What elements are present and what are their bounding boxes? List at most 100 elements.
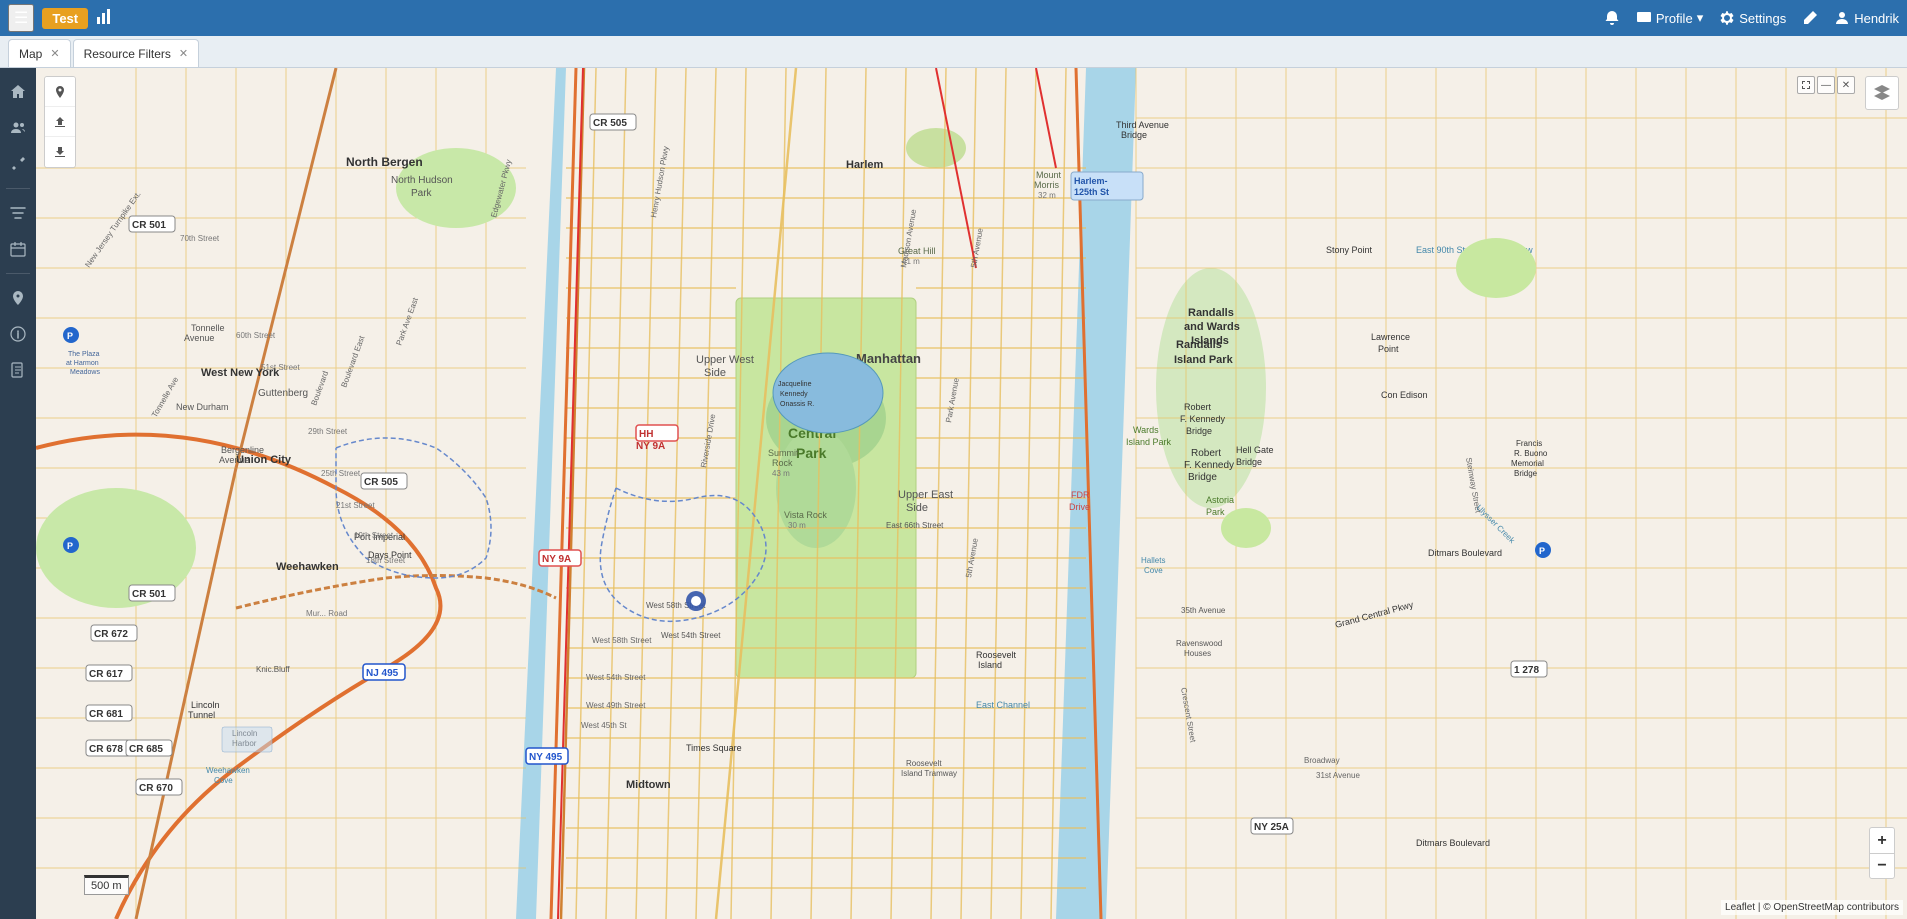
svg-text:Robert: Robert xyxy=(1184,402,1212,412)
zoom-out-button[interactable]: − xyxy=(1869,853,1895,879)
notification-button[interactable] xyxy=(1604,10,1620,26)
svg-text:Cove: Cove xyxy=(1144,566,1163,575)
svg-text:NY 25A: NY 25A xyxy=(1254,822,1289,833)
svg-text:Hallets: Hallets xyxy=(1141,556,1165,565)
svg-text:Weehawken: Weehawken xyxy=(206,766,250,775)
svg-text:Memorial: Memorial xyxy=(1511,459,1544,468)
svg-text:CR 685: CR 685 xyxy=(129,744,163,755)
map-tool-upload[interactable] xyxy=(45,107,75,137)
settings-button[interactable]: Settings xyxy=(1719,10,1786,26)
tab-map-label: Map xyxy=(19,47,42,61)
svg-text:Island Park: Island Park xyxy=(1126,437,1172,447)
svg-text:West 49th Street: West 49th Street xyxy=(586,701,646,710)
svg-text:North Hudson: North Hudson xyxy=(391,175,453,186)
svg-text:Francis: Francis xyxy=(1516,439,1542,448)
svg-text:West 45th St: West 45th St xyxy=(581,721,627,730)
map-tool-download[interactable] xyxy=(45,137,75,167)
svg-text:HH: HH xyxy=(639,429,653,440)
svg-text:Park: Park xyxy=(796,445,827,461)
svg-text:North Bergen: North Bergen xyxy=(346,155,423,169)
sidebar xyxy=(0,68,36,919)
layer-toggle-button[interactable] xyxy=(1865,76,1899,110)
svg-text:32 m: 32 m xyxy=(1038,191,1056,200)
svg-text:Meadows: Meadows xyxy=(70,369,100,376)
hamburger-menu-button[interactable]: ☰ xyxy=(8,4,34,32)
tab-map-close[interactable]: ✕ xyxy=(50,47,59,60)
zoom-in-button[interactable]: + xyxy=(1869,827,1895,853)
svg-text:Bridge: Bridge xyxy=(1236,457,1262,467)
svg-text:Mur... Road: Mur... Road xyxy=(306,609,347,618)
sidebar-item-calendar[interactable] xyxy=(2,233,34,265)
svg-text:Houses: Houses xyxy=(1184,649,1211,658)
svg-text:Robert: Robert xyxy=(1191,448,1221,459)
svg-text:30 m: 30 m xyxy=(788,521,806,530)
profile-label: Profile xyxy=(1656,11,1693,26)
map-window-controls: — ✕ xyxy=(1797,76,1855,94)
svg-text:NY 9A: NY 9A xyxy=(542,554,571,565)
svg-text:Island: Island xyxy=(978,660,1002,670)
profile-dropdown-arrow: ▾ xyxy=(1697,10,1704,26)
map-close-button[interactable]: ✕ xyxy=(1837,76,1855,94)
map-svg[interactable]: North Bergen North Hudson Park West New … xyxy=(36,68,1907,919)
svg-text:25th Street: 25th Street xyxy=(321,469,361,478)
tab-map[interactable]: Map ✕ xyxy=(8,39,71,67)
svg-text:Ditmars Boulevard: Ditmars Boulevard xyxy=(1416,838,1490,848)
svg-text:CR 501: CR 501 xyxy=(132,589,166,600)
svg-text:19th Street: 19th Street xyxy=(354,531,394,540)
svg-text:Randalls: Randalls xyxy=(1188,307,1234,319)
sidebar-item-home[interactable] xyxy=(2,76,34,108)
map-minimize-button[interactable]: — xyxy=(1817,76,1835,94)
svg-text:CR 617: CR 617 xyxy=(89,669,123,680)
svg-text:Wards: Wards xyxy=(1133,425,1159,435)
tab-resource-filters-close[interactable]: ✕ xyxy=(179,47,188,60)
sidebar-divider-1 xyxy=(6,188,30,189)
svg-text:The Plaza: The Plaza xyxy=(68,351,100,358)
svg-text:East Channel: East Channel xyxy=(976,700,1030,710)
svg-text:CR 672: CR 672 xyxy=(94,629,128,640)
svg-text:Guttenberg: Guttenberg xyxy=(258,388,308,399)
svg-text:Tonnelle: Tonnelle xyxy=(191,323,225,333)
svg-text:Upper East: Upper East xyxy=(898,489,953,501)
edit-button[interactable] xyxy=(1802,10,1818,26)
map-expand-button[interactable] xyxy=(1797,76,1815,94)
svg-text:Summit: Summit xyxy=(768,448,799,458)
svg-text:51st Street: 51st Street xyxy=(261,363,300,372)
svg-text:Morris: Morris xyxy=(1034,180,1059,190)
sidebar-item-info[interactable] xyxy=(2,318,34,350)
svg-text:Midtown: Midtown xyxy=(626,779,671,791)
svg-text:Avenue: Avenue xyxy=(184,333,214,343)
svg-text:Drive: Drive xyxy=(1069,502,1090,512)
svg-text:21st Street: 21st Street xyxy=(336,501,375,510)
svg-text:Roosevelt: Roosevelt xyxy=(976,650,1017,660)
sidebar-item-tools[interactable] xyxy=(2,148,34,180)
svg-text:CR 501: CR 501 xyxy=(132,220,166,231)
profile-button[interactable]: Profile ▾ xyxy=(1636,10,1703,26)
svg-text:Knic.Bluff: Knic.Bluff xyxy=(256,665,290,674)
scale-label: 500 m xyxy=(91,880,122,892)
sidebar-item-people[interactable] xyxy=(2,112,34,144)
svg-text:Bridge: Bridge xyxy=(1186,426,1212,436)
sidebar-item-docs[interactable] xyxy=(2,354,34,386)
svg-text:New Durham: New Durham xyxy=(176,402,229,412)
tabsbar: Map ✕ Resource Filters ✕ xyxy=(0,36,1907,68)
app-name-button[interactable]: Test xyxy=(42,8,88,29)
tab-resource-filters[interactable]: Resource Filters ✕ xyxy=(73,39,200,67)
map-container[interactable]: North Bergen North Hudson Park West New … xyxy=(36,68,1907,919)
scale-bar: 500 m xyxy=(84,875,129,895)
svg-text:Rock: Rock xyxy=(772,458,793,468)
svg-text:NJ 495: NJ 495 xyxy=(366,668,399,679)
svg-text:R. Buono: R. Buono xyxy=(1514,449,1548,458)
svg-text:Island Park: Island Park xyxy=(1174,354,1234,366)
sidebar-item-filters[interactable] xyxy=(2,197,34,229)
map-tool-marker[interactable] xyxy=(45,77,75,107)
svg-text:Side: Side xyxy=(906,502,928,514)
svg-text:Broadway: Broadway xyxy=(1304,756,1340,765)
sidebar-item-location[interactable] xyxy=(2,282,34,314)
layer-control xyxy=(1865,76,1899,110)
svg-text:70th Street: 70th Street xyxy=(180,234,220,243)
user-button[interactable]: Hendrik xyxy=(1834,10,1899,26)
svg-text:Island Tramway: Island Tramway xyxy=(901,769,957,778)
svg-text:P: P xyxy=(67,541,73,551)
svg-text:35th Avenue: 35th Avenue xyxy=(1181,606,1226,615)
svg-text:Roosevelt: Roosevelt xyxy=(906,759,942,768)
